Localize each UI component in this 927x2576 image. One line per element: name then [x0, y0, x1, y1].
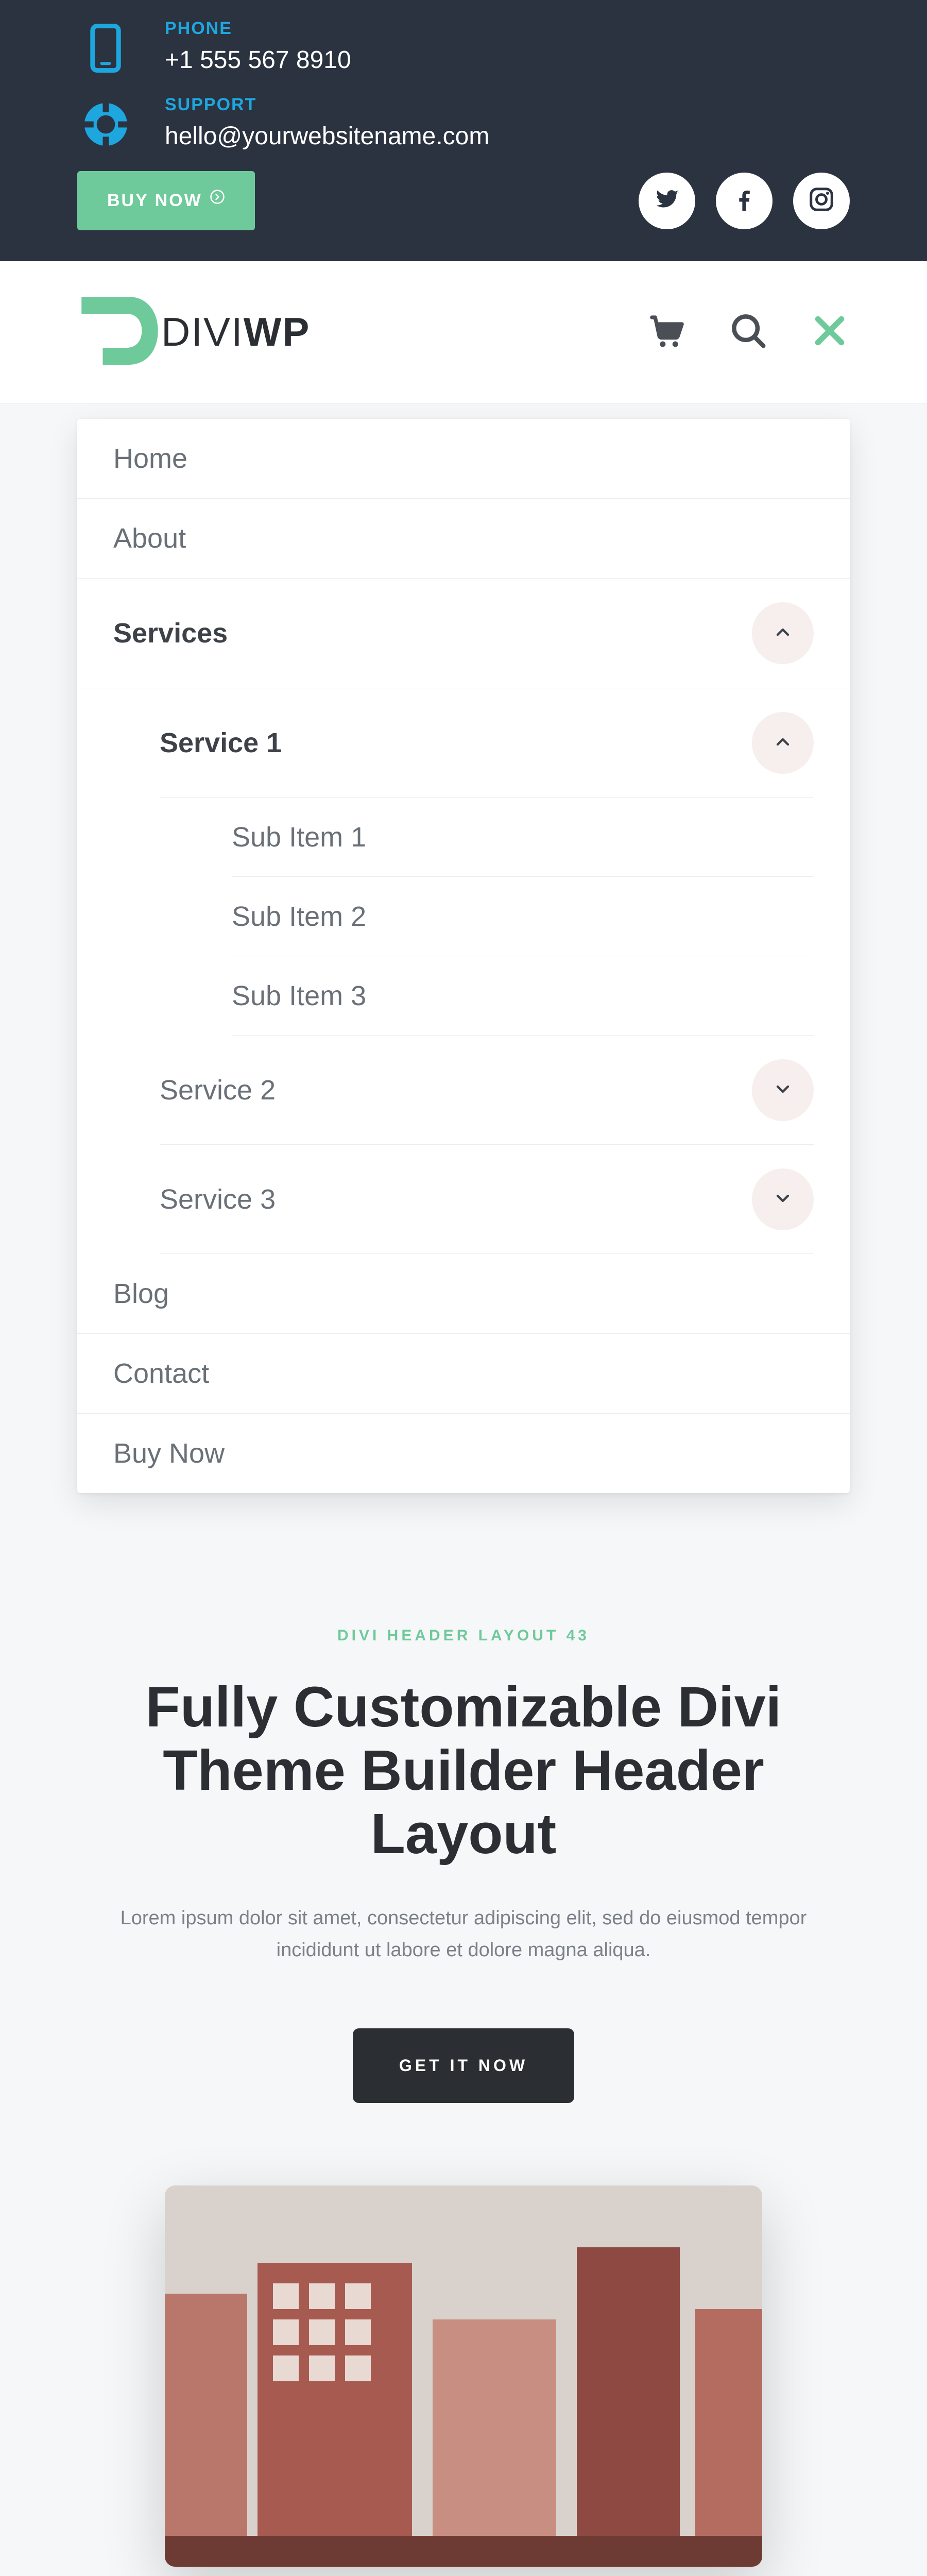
- support-value[interactable]: hello@yourwebsitename.com: [165, 122, 850, 150]
- menu-item-service-3[interactable]: Service 3: [77, 1145, 850, 1254]
- hero-title: Fully Customizable Divi Theme Builder He…: [103, 1675, 824, 1866]
- logo-mark-icon: [77, 292, 162, 372]
- menu-item-about[interactable]: About: [77, 499, 850, 579]
- header-icons: [647, 312, 850, 352]
- menu-label: Home: [113, 443, 187, 474]
- chevron-up-icon: [772, 617, 793, 649]
- site-logo[interactable]: DIVIWP: [77, 292, 310, 372]
- instagram-icon: [808, 185, 835, 216]
- page-content: DIVI HEADER LAYOUT 43 Fully Customizable…: [82, 1627, 845, 2576]
- menu-item-home[interactable]: Home: [77, 419, 850, 499]
- hero-image-frame: [165, 2185, 762, 2567]
- support-label: SUPPORT: [165, 95, 850, 115]
- phone-label: PHONE: [165, 19, 850, 39]
- menu-label: Services: [113, 617, 228, 649]
- menu-label: Service 1: [160, 727, 282, 759]
- hero-image-wrap: [103, 2185, 824, 2567]
- search-icon: [728, 311, 768, 353]
- phone-value[interactable]: +1 555 567 8910: [165, 46, 850, 74]
- search-button[interactable]: [728, 312, 768, 352]
- menu-item-sub-2[interactable]: Sub Item 2: [77, 877, 850, 956]
- menu-wrap: Home About Services Service 1 Sub Item 1: [0, 419, 927, 1514]
- buy-now-label: BUY NOW: [107, 191, 202, 211]
- hero-subtitle: Lorem ipsum dolor sit amet, consectetur …: [103, 1902, 824, 1967]
- menu-label: Service 3: [160, 1183, 276, 1215]
- facebook-link[interactable]: [716, 173, 772, 229]
- topbar-actions: BUY NOW: [77, 171, 850, 230]
- menu-item-sub-3[interactable]: Sub Item 3: [77, 956, 850, 1036]
- menu-item-contact[interactable]: Contact: [77, 1334, 850, 1414]
- logo-text-b: WP: [244, 309, 311, 354]
- arrow-right-icon: [210, 189, 225, 205]
- twitter-icon: [653, 185, 681, 216]
- expand-toggle[interactable]: [752, 1168, 814, 1230]
- cart-icon: [647, 311, 687, 353]
- menu-label: About: [113, 522, 186, 554]
- collapse-toggle[interactable]: [752, 712, 814, 774]
- menu-label: Sub Item 1: [232, 821, 366, 853]
- menu-label: Contact: [113, 1358, 209, 1389]
- support-icon: [77, 95, 134, 149]
- support-row: SUPPORT hello@yourwebsitename.com: [77, 95, 850, 150]
- menu-item-services[interactable]: Services: [77, 579, 850, 688]
- hero-image: [165, 2185, 762, 2567]
- menu-label: Service 2: [160, 1074, 276, 1106]
- menu-item-sub-1[interactable]: Sub Item 1: [77, 798, 850, 877]
- social-links: [639, 173, 850, 229]
- phone-row: PHONE +1 555 567 8910: [77, 19, 850, 74]
- menu-close-button[interactable]: [810, 312, 850, 352]
- chevron-down-icon: [772, 1074, 793, 1106]
- menu-item-buy-now[interactable]: Buy Now: [77, 1414, 850, 1493]
- phone-icon: [77, 19, 134, 73]
- support-text: SUPPORT hello@yourwebsitename.com: [165, 95, 850, 150]
- chevron-up-icon: [772, 727, 793, 759]
- logo-text: DIVIWP: [161, 309, 310, 355]
- close-icon: [810, 311, 850, 353]
- hero-cta-button[interactable]: GET IT NOW: [353, 2028, 574, 2103]
- header-bar: DIVIWP: [0, 261, 927, 403]
- twitter-link[interactable]: [639, 173, 695, 229]
- buy-now-button[interactable]: BUY NOW: [77, 171, 255, 230]
- cart-button[interactable]: [647, 312, 687, 352]
- expand-toggle[interactable]: [752, 1059, 814, 1121]
- menu-label: Buy Now: [113, 1437, 225, 1469]
- facebook-icon: [730, 185, 758, 216]
- instagram-link[interactable]: [793, 173, 850, 229]
- chevron-down-icon: [772, 1183, 793, 1215]
- menu-label: Blog: [113, 1278, 169, 1310]
- mobile-menu: Home About Services Service 1 Sub Item 1: [77, 419, 850, 1493]
- phone-text: PHONE +1 555 567 8910: [165, 19, 850, 74]
- hero-cta-label: GET IT NOW: [399, 2056, 528, 2075]
- menu-item-blog[interactable]: Blog: [77, 1254, 850, 1334]
- collapse-toggle[interactable]: [752, 602, 814, 664]
- logo-text-a: DIVI: [161, 309, 244, 354]
- menu-item-service-1[interactable]: Service 1: [77, 688, 850, 798]
- topbar: PHONE +1 555 567 8910 SUPPORT hello@your…: [0, 0, 927, 261]
- menu-label: Sub Item 3: [232, 980, 366, 1012]
- menu-label: Sub Item 2: [232, 901, 366, 933]
- menu-item-service-2[interactable]: Service 2: [77, 1036, 850, 1145]
- eyebrow: DIVI HEADER LAYOUT 43: [103, 1627, 824, 1645]
